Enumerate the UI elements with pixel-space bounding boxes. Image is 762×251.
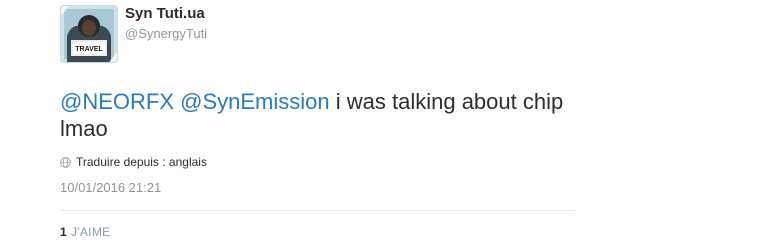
tweet-text: @NEORFX @SynEmission i was talking about… (60, 88, 580, 142)
user-handle[interactable]: @SynergyTuti (125, 26, 207, 41)
timestamp[interactable]: 10/01/2016 21:21 (60, 180, 161, 195)
likes-stat[interactable]: 1 J'AIME (60, 225, 110, 239)
avatar-label: TRAVEL (75, 46, 103, 53)
translate-link[interactable]: Traduire depuis : anglais (60, 155, 207, 169)
divider (60, 210, 575, 211)
likes-label: J'AIME (70, 225, 111, 239)
mention-link[interactable]: @NEORFX (60, 89, 174, 114)
display-name[interactable]: Syn Tuti.ua (125, 5, 205, 22)
avatar[interactable]: TRAVEL (60, 5, 118, 63)
avatar-image: TRAVEL (61, 6, 117, 62)
likes-count: 1 (60, 225, 67, 239)
mention-link[interactable]: @SynEmission (180, 89, 330, 114)
globe-icon (60, 156, 71, 168)
translate-label: Traduire depuis : anglais (76, 155, 207, 169)
